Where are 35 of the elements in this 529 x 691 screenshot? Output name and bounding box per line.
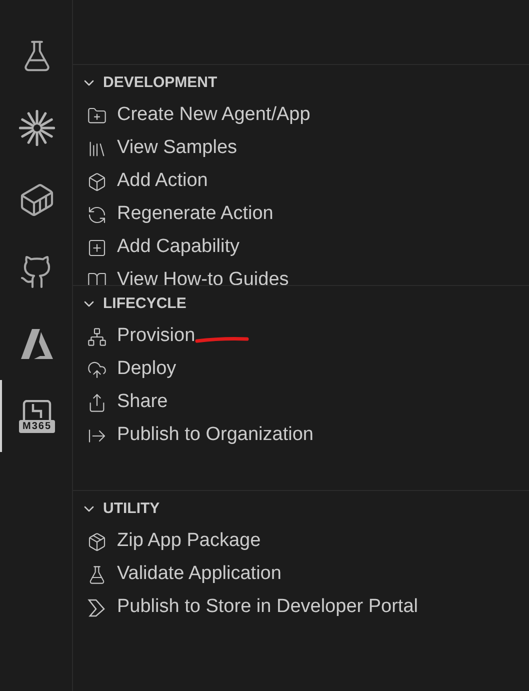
tree-item[interactable]: Add Action (73, 165, 529, 198)
item-icon (87, 360, 107, 380)
tree-item[interactable]: Provision (73, 320, 529, 353)
item-icon (87, 204, 107, 224)
tree-item[interactable]: Share (73, 386, 529, 419)
section-title: DEVELOPMENT (103, 72, 218, 93)
item-icon (87, 532, 107, 552)
m365-label: M365 (19, 420, 54, 432)
item-icon (87, 270, 107, 285)
section-header[interactable]: LIFECYCLE (73, 286, 529, 320)
item-icon (87, 326, 107, 346)
item-icon (87, 172, 107, 192)
tree-item[interactable]: Regenerate Action (73, 198, 529, 231)
tree-item[interactable]: Deploy (73, 353, 529, 386)
item-icon (87, 598, 107, 618)
tree-item[interactable]: Publish to Organization (73, 419, 529, 452)
tree-item[interactable]: Validate Application (73, 558, 529, 591)
activity-bar-button[interactable]: M365 (0, 380, 72, 452)
tree-item[interactable]: Add Capability (73, 231, 529, 264)
tree-item[interactable]: View Samples (73, 132, 529, 165)
item-icon (87, 564, 107, 584)
container-icon (19, 182, 55, 218)
sparkle-icon (19, 110, 55, 146)
section-title: UTILITY (103, 498, 160, 519)
tree-item[interactable]: Zip App Package (73, 525, 529, 558)
tree-item[interactable]: Create New Agent/App (73, 99, 529, 132)
tree-item[interactable]: Publish to Store in Developer Portal (73, 591, 529, 624)
item-icon (87, 238, 107, 258)
section-header[interactable]: UTILITY (73, 491, 529, 525)
section-header[interactable]: DEVELOPMENT (73, 65, 529, 99)
annotation-stroke (195, 336, 250, 342)
item-icon (87, 392, 107, 412)
azure-icon (20, 328, 54, 360)
item-icon (87, 106, 107, 126)
section-title: LIFECYCLE (103, 294, 186, 314)
